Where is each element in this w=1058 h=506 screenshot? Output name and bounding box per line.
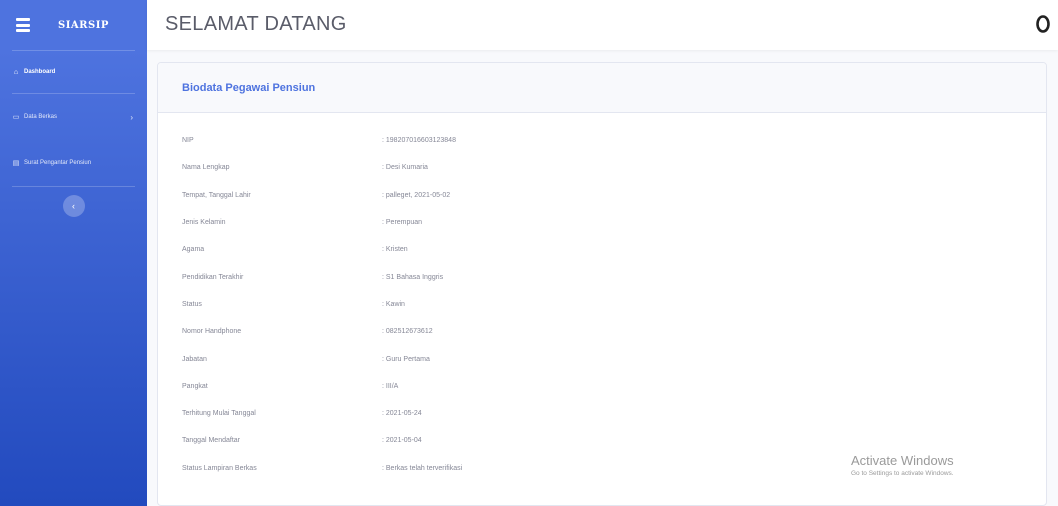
sidebar-item-data-berkas[interactable]: ▭ Data Berkas › — [0, 94, 147, 140]
field-label: Tempat, Tanggal Lahir — [182, 191, 251, 199]
biodata-row: Pendidikan Terakhir : S1 Bahasa Inggris — [182, 263, 1046, 290]
biodata-row: Pangkat : III/A — [182, 373, 1046, 400]
user-icon[interactable] — [1036, 15, 1050, 33]
card-header: Biodata Pegawai Pensiun — [158, 63, 1046, 113]
field-value: : Perempuan — [382, 219, 423, 227]
folder-icon: ▭ — [12, 114, 20, 121]
brand-name: SIARSIP — [58, 19, 109, 31]
sidebar-item-surat-pengantar[interactable]: ▤ Surat Pengantar Pensiun — [0, 140, 147, 186]
biodata-row: Nomor Handphone : 082512673612 — [182, 318, 1046, 345]
biodata-row: Tempat, Tanggal Lahir : palleget, 2021-05… — [182, 182, 1046, 209]
field-value: : palleget, 2021-05-02 — [382, 191, 451, 199]
field-label: Pendidikan Terakhir — [182, 273, 244, 281]
field-label: Jabatan — [182, 355, 207, 363]
activate-windows-watermark: Activate Windows Go to Settings to activ… — [851, 453, 954, 477]
biodata-row: Nama Lengkap : Desi Kumaria — [182, 154, 1046, 181]
field-label: Status — [182, 300, 202, 308]
biodata-row: Jabatan : Guru Pertama — [182, 345, 1046, 372]
watermark-subtitle: Go to Settings to activate Windows. — [851, 470, 954, 477]
field-label: Agama — [182, 246, 205, 254]
field-label: Pangkat — [182, 382, 208, 390]
page-title: SELAMAT DATANG — [165, 13, 347, 35]
biodata-row: NIP : 198207016603123848 — [182, 127, 1046, 154]
field-value: : 198207016603123848 — [382, 137, 456, 145]
field-label: Terhitung Mulai Tanggal — [182, 410, 256, 418]
watermark-title: Activate Windows — [851, 453, 954, 468]
biodata-list: NIP : 198207016603123848 Nama Lengkap : De… — [158, 113, 1046, 482]
sidebar-item-dashboard[interactable]: ⌂ Dashboard — [0, 51, 147, 93]
sidebar-item-label: Surat Pengantar Pensiun — [24, 160, 92, 166]
home-icon: ⌂ — [13, 68, 19, 76]
field-value: : Guru Pertama — [382, 355, 430, 363]
sidebar-brand[interactable]: SIARSIP — [0, 0, 147, 50]
biodata-row: Status : Kawin — [182, 291, 1046, 318]
chevron-right-icon: › — [130, 112, 133, 122]
field-value: : Desi Kumaria — [382, 164, 428, 172]
sidebar-item-label: Data Berkas — [24, 114, 58, 120]
field-value: : 082512673612 — [382, 328, 433, 336]
field-label: Tanggal Mendaftar — [182, 437, 240, 445]
biodata-row: Jenis Kelamin : Perempuan — [182, 209, 1046, 236]
field-label: Nama Lengkap — [182, 164, 230, 172]
sidebar-divider — [12, 186, 135, 187]
field-label: Jenis Kelamin — [182, 219, 226, 227]
sidebar: SIARSIP ⌂ Dashboard ▭ Data Berkas › ▤ Su… — [0, 0, 147, 506]
biodata-card: Biodata Pegawai Pensiun NIP : 19820701660… — [157, 62, 1047, 506]
field-value: : III/A — [382, 382, 399, 390]
biodata-row: Tanggal Mendaftar : 2021-05-04 — [182, 427, 1046, 454]
field-value: : Berkas telah terverifikasi — [382, 464, 463, 472]
field-label: NIP — [182, 137, 194, 145]
biodata-row: Terhitung Mulai Tanggal : 2021-05-24 — [182, 400, 1046, 427]
file-icon: ▤ — [12, 160, 20, 167]
field-value: : Kawin — [382, 300, 405, 308]
field-label: Status Lampiran Berkas — [182, 464, 257, 472]
card-title: Biodata Pegawai Pensiun — [182, 81, 316, 94]
sidebar-item-label: Dashboard — [24, 69, 56, 75]
field-value: : Kristen — [382, 246, 408, 254]
sidebar-toggle-button[interactable]: ‹ — [62, 195, 85, 217]
archive-icon — [16, 18, 30, 32]
biodata-row: Agama : Kristen — [182, 236, 1046, 263]
field-value: : 2021-05-24 — [382, 410, 422, 418]
field-label: Nomor Handphone — [182, 328, 242, 336]
topbar: SELAMAT DATANG — [147, 0, 1058, 50]
field-value: : S1 Bahasa Inggris — [382, 273, 444, 281]
field-value: : 2021-05-04 — [382, 437, 422, 445]
chevron-left-icon: ‹ — [72, 201, 75, 211]
